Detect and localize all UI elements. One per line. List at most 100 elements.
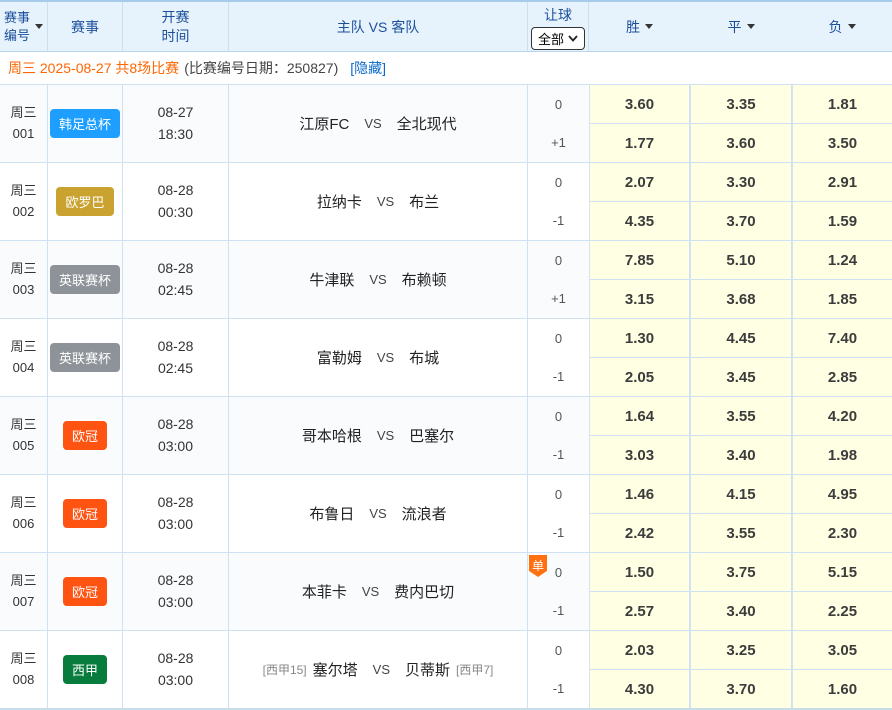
handicap-line2: -1: [528, 592, 589, 631]
handicap-line2: -1: [528, 436, 589, 475]
kickoff-time: 03:00: [158, 670, 193, 692]
win-odds-line2[interactable]: 3.15: [589, 280, 689, 318]
draw-odds-line1[interactable]: 3.30: [690, 163, 791, 202]
lose-odds-line2[interactable]: 1.98: [792, 436, 892, 474]
col-header-match-no[interactable]: 赛事 编号: [0, 2, 48, 51]
vs-label: VS: [362, 584, 379, 599]
draw-odds-line1[interactable]: 3.35: [690, 85, 791, 124]
lose-odds-line1[interactable]: 5.15: [792, 553, 892, 592]
hide-link[interactable]: [隐藏]: [350, 58, 386, 78]
win-odds-line1[interactable]: 1.30: [589, 319, 689, 358]
win-odds-line1[interactable]: 1.50: [589, 553, 689, 592]
lose-odds-line2[interactable]: 1.60: [792, 670, 892, 708]
win-odds-line1[interactable]: 7.85: [589, 241, 689, 280]
kickoff-date: 08-28: [158, 492, 194, 514]
lose-odds-line2[interactable]: 1.85: [792, 280, 892, 318]
win-odds-line1[interactable]: 2.07: [589, 163, 689, 202]
kickoff-date: 08-28: [158, 180, 194, 202]
draw-odds-line1[interactable]: 5.10: [690, 241, 791, 280]
lose-odds-line2[interactable]: 3.50: [792, 124, 892, 162]
lose-odds-line1[interactable]: 1.24: [792, 241, 892, 280]
league-cell: 韩足总杯: [48, 85, 123, 162]
match-number: 006: [13, 514, 35, 535]
lose-odds-line1[interactable]: 3.05: [792, 631, 892, 670]
match-number: 004: [13, 358, 35, 379]
draw-odds-col: 3.55 3.40: [690, 397, 792, 474]
handicap-line2: -1: [528, 358, 589, 397]
draw-odds-col: 5.10 3.68: [690, 241, 792, 318]
draw-odds-line2[interactable]: 3.55: [690, 514, 791, 552]
lose-odds-line2[interactable]: 1.59: [792, 202, 892, 240]
handicap-filter-select[interactable]: 全部: [531, 27, 585, 50]
win-odds-line2[interactable]: 2.05: [589, 358, 689, 396]
lose-odds-line2[interactable]: 2.30: [792, 514, 892, 552]
lose-odds-line2[interactable]: 2.85: [792, 358, 892, 396]
draw-odds-line1[interactable]: 3.75: [690, 553, 791, 592]
lose-odds-line2[interactable]: 2.25: [792, 592, 892, 630]
draw-odds-line2[interactable]: 3.40: [690, 592, 791, 630]
draw-odds-line2[interactable]: 3.40: [690, 436, 791, 474]
win-odds-line2[interactable]: 1.77: [589, 124, 689, 162]
away-team: 费内巴切: [394, 581, 454, 602]
handicap-filter-value: 全部: [538, 29, 564, 48]
handicap-cell: 0 +1: [528, 85, 589, 162]
win-odds-line2[interactable]: 2.57: [589, 592, 689, 630]
win-odds-line1[interactable]: 3.60: [589, 85, 689, 124]
kickoff-time: 02:45: [158, 358, 193, 380]
lose-odds-col: 1.81 3.50: [792, 85, 892, 162]
vs-label: VS: [373, 662, 390, 677]
col-header-lose[interactable]: 负: [792, 2, 892, 51]
win-odds-line2[interactable]: 2.42: [589, 514, 689, 552]
win-odds-line2[interactable]: 4.30: [589, 670, 689, 708]
league-badge: 西甲: [63, 655, 107, 684]
win-odds-line1[interactable]: 1.64: [589, 397, 689, 436]
teams-cell: 哥本哈根 VS 巴塞尔: [229, 397, 528, 474]
draw-odds-line2[interactable]: 3.70: [690, 202, 791, 240]
match-weekday: 周三: [10, 571, 36, 592]
draw-odds-line2[interactable]: 3.68: [690, 280, 791, 318]
home-team: 哥本哈根: [302, 425, 362, 446]
league-badge: 欧冠: [63, 421, 107, 450]
kickoff-time: 03:00: [158, 592, 193, 614]
odds-table: 赛事 编号 赛事 开赛 时间 主队 VS 客队 让球 全部 胜 平 负: [0, 0, 892, 710]
handicap-cell: 0 -1: [528, 475, 589, 552]
kickoff-cell: 08-28 00:30: [123, 163, 229, 240]
draw-odds-col: 3.25 3.70: [690, 631, 792, 708]
kickoff-date: 08-28: [158, 570, 194, 592]
vs-label: VS: [369, 272, 386, 287]
handicap-cell: 0 -1: [528, 319, 589, 396]
draw-odds-line2[interactable]: 3.60: [690, 124, 791, 162]
draw-odds-line1[interactable]: 4.45: [690, 319, 791, 358]
kickoff-cell: 08-28 02:45: [123, 241, 229, 318]
league-cell: 欧冠: [48, 397, 123, 474]
win-odds-line2[interactable]: 3.03: [589, 436, 689, 474]
match-id-cell: 周三 004: [0, 319, 48, 396]
col-header-draw[interactable]: 平: [690, 2, 792, 51]
away-team: 布赖顿: [402, 269, 447, 290]
win-odds-line1[interactable]: 1.46: [589, 475, 689, 514]
col-header-win[interactable]: 胜: [589, 2, 690, 51]
draw-odds-line2[interactable]: 3.70: [690, 670, 791, 708]
win-odds-line2[interactable]: 4.35: [589, 202, 689, 240]
kickoff-time: 02:45: [158, 280, 193, 302]
lose-odds-line1[interactable]: 7.40: [792, 319, 892, 358]
draw-odds-line1[interactable]: 3.55: [690, 397, 791, 436]
draw-odds-line1[interactable]: 4.15: [690, 475, 791, 514]
col-header-competition-label: 赛事: [71, 17, 99, 37]
lose-odds-line1[interactable]: 1.81: [792, 85, 892, 124]
lose-odds-line1[interactable]: 4.20: [792, 397, 892, 436]
col-header-teams-label: 主队 VS 客队: [337, 17, 419, 37]
league-badge: 欧冠: [63, 577, 107, 606]
draw-odds-line1[interactable]: 3.25: [690, 631, 791, 670]
teams-cell: [西甲15] 塞尔塔 VS 贝蒂斯 [西甲7]: [229, 631, 528, 708]
win-odds-line1[interactable]: 2.03: [589, 631, 689, 670]
vs-label: VS: [377, 428, 394, 443]
match-id-cell: 周三 003: [0, 241, 48, 318]
lose-odds-line1[interactable]: 2.91: [792, 163, 892, 202]
col-header-teams: 主队 VS 客队: [229, 2, 528, 51]
lose-odds-line1[interactable]: 4.95: [792, 475, 892, 514]
handicap-cell: 单 0 -1: [528, 553, 589, 630]
lose-odds-col: 7.40 2.85: [792, 319, 892, 396]
draw-odds-line2[interactable]: 3.45: [690, 358, 791, 396]
match-id-cell: 周三 001: [0, 85, 48, 162]
